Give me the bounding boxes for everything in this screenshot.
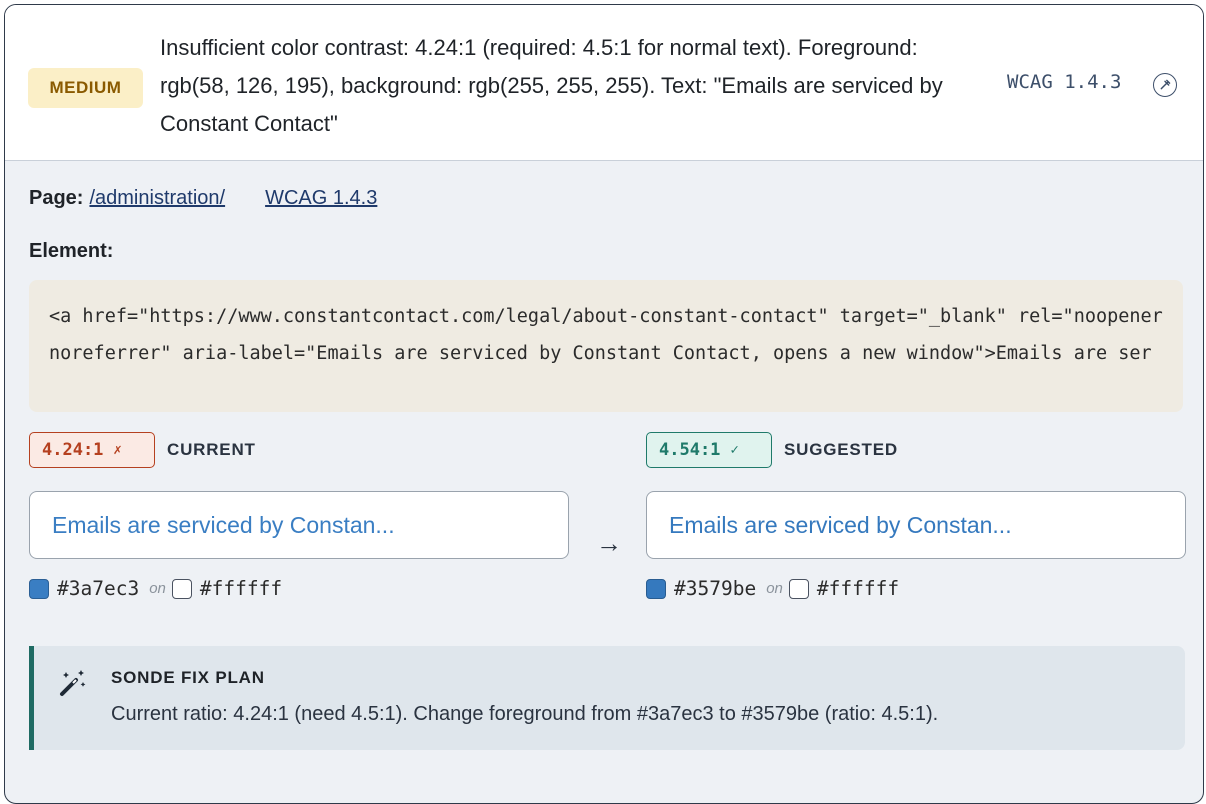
pass-icon: ✓ (730, 442, 739, 458)
on-text: on (766, 580, 783, 597)
current-fg-hex: #3a7ec3 (57, 577, 140, 600)
issue-card: MEDIUM Insufficient color contrast: 4.24… (4, 4, 1204, 804)
element-label: Element: (29, 240, 114, 262)
issue-summary-header[interactable]: MEDIUM Insufficient color contrast: 4.24… (5, 5, 1203, 161)
page-label: Page: (29, 187, 84, 209)
suggested-preview: Emails are serviced by Constan... (646, 491, 1186, 559)
suggested-swatches: #3579be on #ffffff (646, 577, 899, 600)
on-text: on (149, 580, 166, 597)
suggested-fg-hex: #3579be (674, 577, 757, 600)
suggested-label: SUGGESTED (784, 440, 898, 459)
wcag-reference: WCAG 1.4.3 (1007, 71, 1122, 93)
current-preview: Emails are serviced by Constan... (29, 491, 569, 559)
current-bg-hex: #ffffff (199, 577, 283, 600)
fail-icon: ✗ (113, 442, 122, 458)
current-label: CURRENT (167, 440, 256, 459)
fix-plan-title: SONDE FIX PLAN (111, 668, 265, 687)
current-preview-text: Emails are serviced by Constan... (52, 511, 395, 538)
suggested-bg-hex: #ffffff (816, 577, 900, 600)
suggested-preview-text: Emails are serviced by Constan... (669, 511, 1012, 538)
suggested-ratio: 4.54:1 (659, 440, 721, 460)
issue-summary-text: Insufficient color contrast: 4.24:1 (req… (160, 35, 943, 136)
current-ratio-badge: 4.24:1 ✗ (29, 432, 155, 468)
pin-icon (1160, 79, 1171, 90)
current-bg-swatch (171, 578, 192, 599)
current-fg-swatch (29, 578, 49, 599)
current-swatches: #3a7ec3 on #ffffff (29, 577, 282, 600)
page-row: Page:/administration/WCAG 1.4.3 (29, 187, 377, 210)
suggested-ratio-badge: 4.54:1 ✓ (646, 432, 772, 468)
severity-badge: MEDIUM (28, 68, 143, 108)
current-ratio: 4.24:1 (42, 440, 104, 460)
arrow-icon: → (596, 528, 622, 558)
wcag-link[interactable]: WCAG 1.4.3 (265, 187, 377, 209)
element-code: <a href="https://www.constantcontact.com… (29, 280, 1183, 412)
toggle-icon[interactable] (1153, 73, 1177, 97)
magic-wand-icon (60, 670, 86, 696)
page-link[interactable]: /administration/ (89, 187, 225, 209)
suggested-fg-swatch (646, 578, 666, 599)
fix-plan-box: SONDE FIX PLAN Current ratio: 4.24:1 (ne… (29, 646, 1185, 750)
suggested-bg-swatch (788, 578, 809, 599)
fix-plan-text: Current ratio: 4.24:1 (need 4.5:1). Chan… (111, 703, 939, 725)
